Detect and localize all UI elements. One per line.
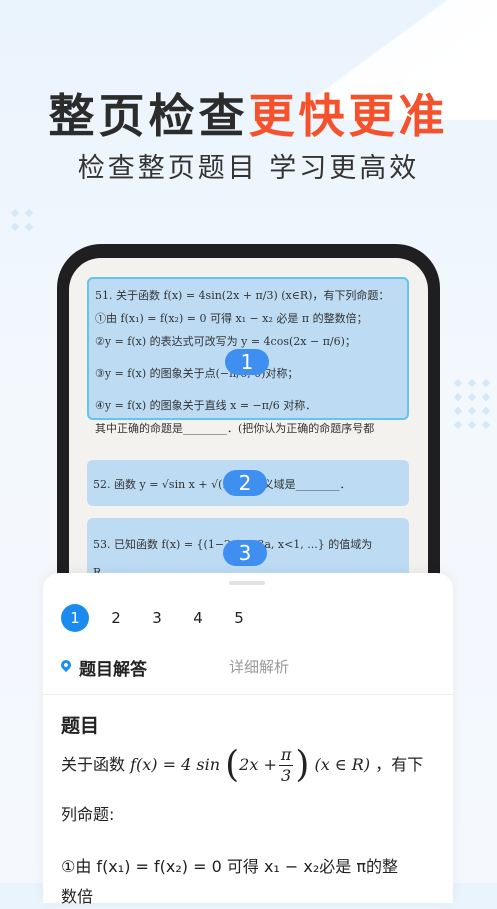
question-badge: 3 [223, 540, 267, 566]
headline: 整页检查更快更准 [0, 80, 497, 146]
question-line: ④y = f(x) 的图象关于直线 x = −π/6 对称． [95, 399, 317, 412]
frac-denominator: 3 [281, 766, 292, 785]
q-suffix: ，有下 [375, 755, 424, 774]
q-func: f(x) = 4 sin [130, 755, 221, 774]
tab-question-5[interactable]: 5 [225, 604, 253, 632]
question-line: ①由 f(x₁) = f(x₂) = 0 可得 x₁ − x₂ 必是 π 的整数… [95, 312, 368, 325]
close-paren: ) [295, 744, 310, 786]
tab-question-4[interactable]: 4 [184, 604, 212, 632]
open-paren: ( [225, 744, 240, 786]
location-pin-icon [58, 657, 74, 673]
question-card-1[interactable]: 51. 关于函数 f(x) = 4sin(2x + π/3) (x∈R)，有下列… [87, 277, 409, 435]
tab-question-2[interactable]: 2 [102, 604, 130, 632]
question-line: 其中正确的命题是________．(把你认为正确的命题序号都 [95, 422, 375, 435]
q-line3: ①由 f(x₁) = f(x₂) = 0 可得 x₁ − x₂必是 π的整 [61, 857, 399, 876]
question-line: ③y = f(x) 的图象关于点(−π/6, 0)对称； [95, 367, 299, 380]
answer-sheet: 1 2 3 4 5 题目解答 详细解析 题目 关于函数 f(x) = 4 sin… [43, 573, 453, 906]
q-prefix: 关于函数 [61, 755, 126, 774]
tab-question-3[interactable]: 3 [143, 604, 171, 632]
subheadline: 检查整页题目 学习更高效 [77, 153, 420, 184]
drag-handle[interactable] [229, 581, 265, 585]
q-line2: 列命题: [61, 805, 115, 824]
tab-question-1[interactable]: 1 [61, 604, 89, 632]
frac-numerator: π [278, 745, 294, 766]
headline-part1: 整页检查 [48, 89, 249, 143]
question-badge: 1 [225, 349, 269, 375]
question-line: ②y = f(x) 的表达式可改写为 y = 4cos(2x − π/6)； [95, 335, 356, 348]
q-line4: 数倍 [61, 887, 94, 906]
question-heading: 题目 [61, 715, 100, 737]
section-header: 题目解答 详细解析 [58, 655, 441, 681]
q-arg: 2x + [239, 755, 277, 774]
question-tabs: 1 2 3 4 5 [61, 604, 266, 632]
detailed-analysis-tab[interactable]: 详细解析 [229, 656, 289, 677]
question-text: 关于函数 f(x) = 4 sin (2x + π 3) (x ∈ R) ，有下 列… [61, 741, 441, 909]
question-card-2[interactable]: 52. 函数 y = √sin x + √(...) 的定义域是________… [87, 460, 409, 506]
pi-over-3: π3 [278, 745, 294, 786]
section-title[interactable]: 题目解答 [79, 655, 147, 680]
question-line: 52. 函数 y = √sin x + √(...) 的定义域是________… [93, 478, 351, 491]
question-line: 51. 关于函数 f(x) = 4sin(2x + π/3) (x∈R)，有下列… [95, 289, 390, 302]
q-domain: (x ∈ R) [314, 755, 371, 774]
headline-part2: 更快更准 [248, 89, 449, 143]
question-badge: 2 [223, 470, 267, 496]
dot-pattern-right [453, 378, 491, 430]
divider [43, 694, 453, 695]
dot-pattern-left [10, 208, 34, 232]
